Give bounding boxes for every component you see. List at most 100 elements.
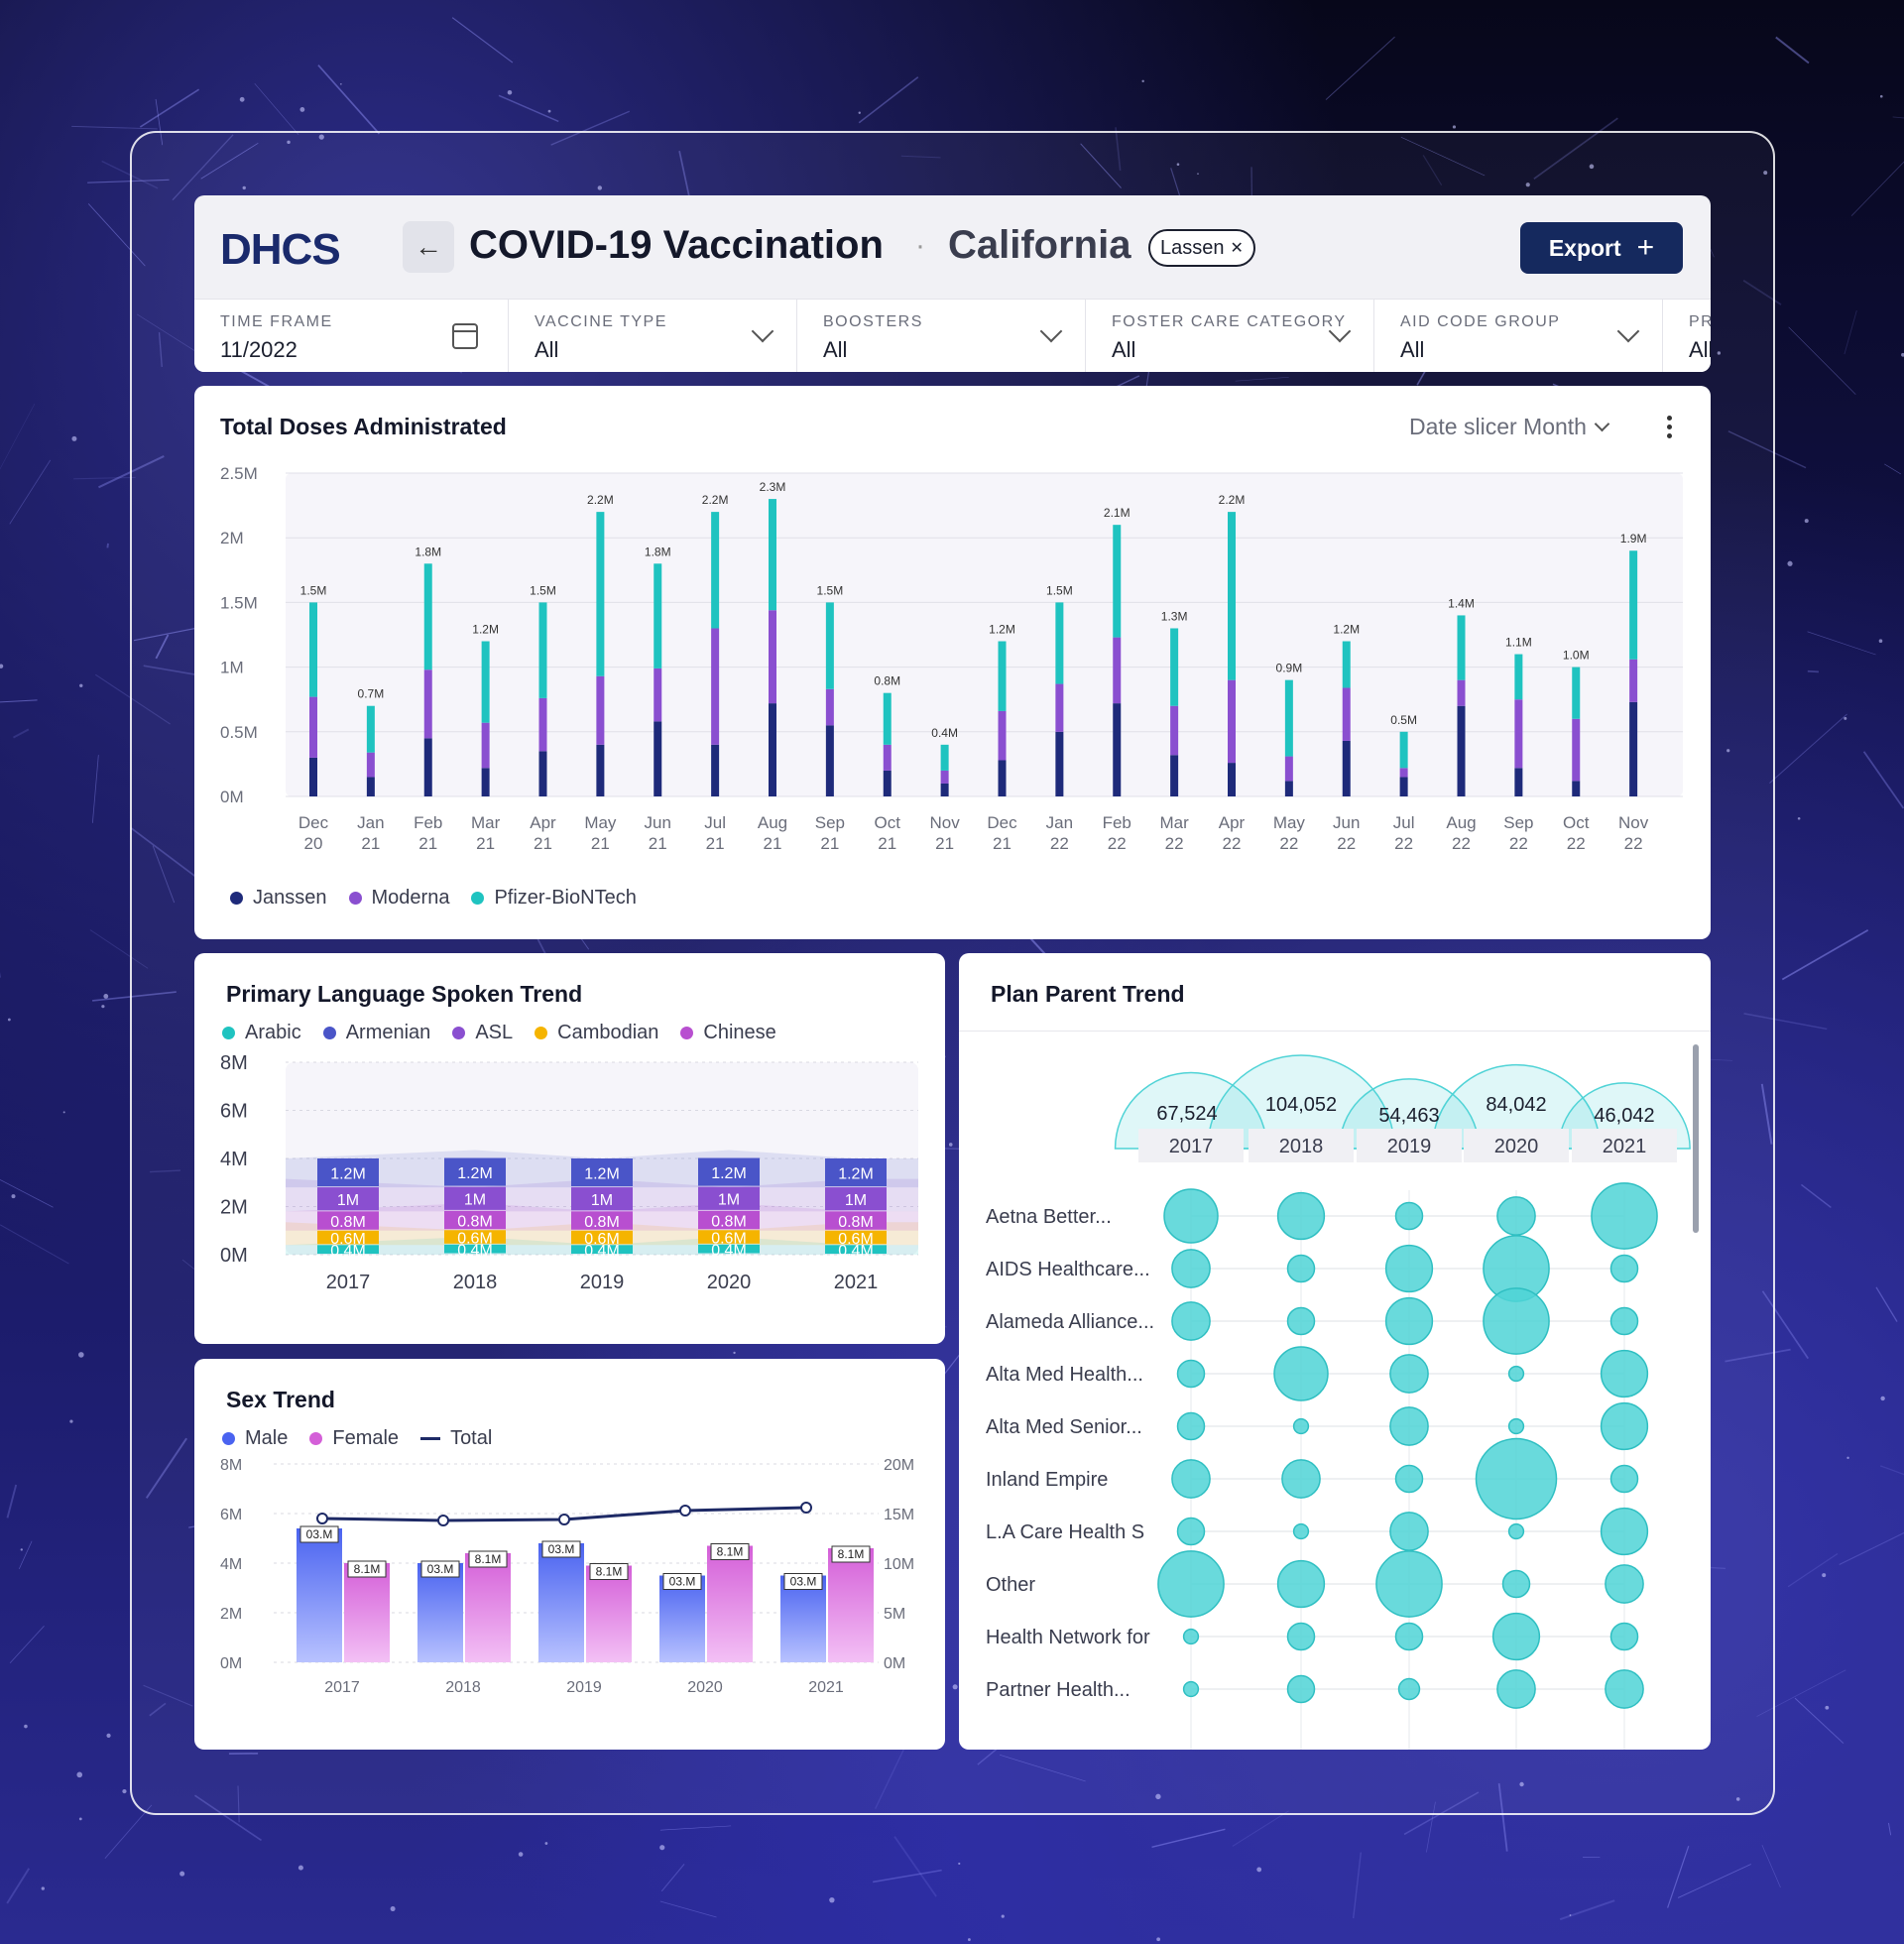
plan-bubble [1292,1522,1310,1540]
bar-total-label: 1.8M [415,545,441,558]
filter-bar: TIME FRAME 11/2022 VACCINE TYPE All BOOSTERS… [194,299,1711,372]
legend-line-marker [420,1437,441,1440]
chip-label: Lassen [1160,236,1225,259]
filter-value: All [1112,337,1136,362]
bar-segment-janssen [940,783,949,796]
bar-label-male: 03.M [548,1542,575,1556]
plan-bubble [1605,1564,1644,1604]
bar-segment-moderna [1284,756,1293,782]
plan-bubble [1609,1464,1639,1494]
bar-label-female: 8.1M [354,1562,381,1576]
network-line [659,1900,717,1918]
bar-total-label: 2.1M [1104,506,1130,520]
bar-segment-label: 0.8M [584,1214,620,1231]
doses-legend: Janssen Moderna Pfizer-BioNTech [230,887,637,910]
bar-total-label: 1.3M [1161,609,1188,623]
network-line [873,1869,942,1883]
network-line [18,1540,33,1569]
legend-label: Armenian [345,1022,431,1043]
plan-bubble [1394,1464,1424,1494]
plan-bubble [1501,1569,1531,1599]
network-line [659,1825,732,1831]
plan-bubble [1286,1674,1316,1704]
bar-segment-pfizer-biontech [940,744,949,771]
y-tick-label: 6M [220,1507,242,1523]
close-icon[interactable]: ✕ [1231,238,1244,258]
network-line [1862,751,1904,809]
bar-total-label: 2.3M [760,480,786,494]
x-tick-label: 22 [1509,834,1528,853]
x-tick-label: 21 [591,834,610,853]
x-tick-label: 21 [649,834,667,853]
bar-segment-pfizer-biontech [825,602,834,689]
network-node [547,109,551,113]
total-value-label: 46,042 [1594,1105,1654,1127]
x-tick-label: 22 [1108,834,1127,853]
filter-boosters[interactable]: BOOSTERS All [797,300,1086,372]
network-line [1887,1822,1892,1836]
bar-segment-label: 0.8M [330,1214,366,1231]
plan-bubble [1496,1196,1536,1236]
y-tick-label: 2.5M [220,465,258,483]
y2-tick-label: 0M [884,1655,905,1672]
calendar-icon[interactable] [452,323,478,349]
export-button[interactable]: Export + [1520,222,1683,274]
bar-segment-label: 1.2M [584,1166,620,1183]
filter-pr[interactable]: PR All [1663,300,1711,372]
date-slicer-dropdown[interactable]: Date slicer Month [1409,414,1610,440]
legend-label: ASL [475,1022,514,1043]
network-node [1878,639,1883,644]
bar-total-label: 1.2M [989,623,1015,637]
more-options-icon[interactable] [1667,416,1673,439]
filter-foster-care-category[interactable]: FOSTER CARE CATEGORY All [1086,300,1374,372]
network-node [76,1771,83,1778]
y-tick-label: 6M [220,1101,248,1123]
bar-segment-moderna [1228,679,1236,764]
network-node [1844,716,1847,720]
plan-bubble [1176,1359,1206,1389]
filter-aid-code-group[interactable]: AID CODE GROUP All [1374,300,1663,372]
legend-item: Pfizer-BioNTech [471,887,637,910]
bar-total-label: 1.8M [645,545,671,558]
network-line [71,125,158,130]
x-tick-label: 2017 [326,1272,371,1293]
network-node [11,1194,16,1199]
x-tick-label: Sep [1503,813,1533,832]
back-button[interactable]: ← [403,221,454,273]
network-node [69,1419,73,1423]
legend-dot [348,892,362,905]
x-tick-label: 22 [1567,834,1586,853]
legend-dot [452,1027,466,1039]
bar-segment-janssen [423,738,432,796]
network-line [6,1484,18,1519]
bar-segment-janssen [1629,701,1638,796]
bar-total-label: 1.1M [1505,636,1532,650]
x-tick-label: Feb [1103,813,1131,832]
filter-vaccine-type[interactable]: VACCINE TYPE All [509,300,797,372]
scrollbar[interactable] [1693,1044,1699,1233]
network-line [451,17,514,63]
x-tick-label: 21 [706,834,725,853]
y-tick-label: 4M [220,1149,248,1170]
network-node [122,1788,127,1794]
plan-bubble [1397,1677,1421,1701]
bar-total-label: 0.7M [358,687,385,701]
plan-row-label: Other [986,1574,1035,1596]
network-node [78,1817,82,1821]
x-tick-label: 21 [361,834,380,853]
y-tick-label: 1.5M [220,593,258,612]
network-line [73,476,136,480]
x-tick-label: May [1273,813,1306,832]
plan-title: Plan Parent Trend [991,981,1185,1007]
network-line [1879,1465,1904,1476]
plan-bubble [1600,1349,1649,1398]
x-tick-label: Sep [815,813,845,832]
x-tick-label: 22 [1279,834,1298,853]
county-chip[interactable]: Lassen ✕ [1148,229,1255,267]
filter-time-frame[interactable]: TIME FRAME 11/2022 [194,300,509,372]
total-value-label: 84,042 [1486,1094,1546,1116]
bar-total-label: 2.2M [702,493,729,507]
bar-segment-janssen [711,744,720,796]
bar-segment-pfizer-biontech [1572,667,1581,719]
bar-segment-label: 0.6M [838,1231,874,1248]
